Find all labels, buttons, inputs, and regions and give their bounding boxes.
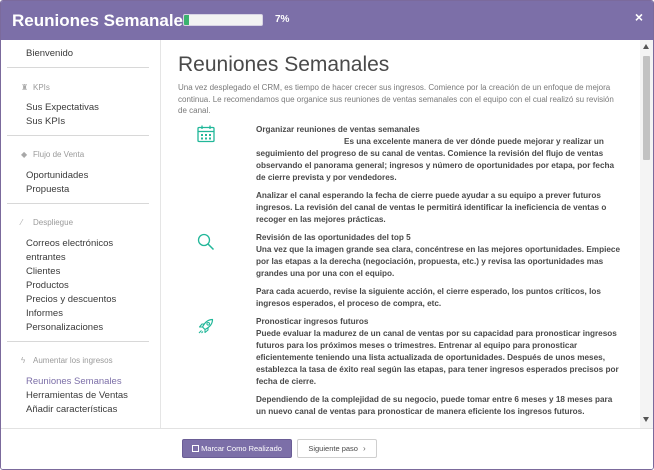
- tag-icon: ◆: [21, 150, 28, 159]
- progress-bar-fill: [184, 15, 190, 25]
- content-block: Revisión de las oportunidades del top 5 …: [256, 232, 624, 280]
- block-text: Una vez que la imagen grande sea clara, …: [256, 245, 621, 278]
- sidebar-item-weekly-meetings[interactable]: Reuniones Semanales: [26, 376, 122, 387]
- sidebar-section-kpis: ♜ KPIs: [21, 83, 50, 92]
- sidebar-section-title: KPIs: [33, 83, 50, 92]
- dialog-title: Reuniones Semanales: [12, 11, 193, 30]
- sidebar-section-increase-revenue: ϟ Aumentar los ingresos: [21, 356, 113, 365]
- next-step-label: Siguiente paso: [308, 444, 358, 453]
- content-block: Pronosticar ingresos futuros Puede evalu…: [256, 316, 624, 388]
- sidebar-item-pricing[interactable]: Precios y descuentos: [26, 294, 116, 305]
- sidebar-item-customers[interactable]: Clientes: [26, 266, 60, 277]
- content-block: Organizar reuniones de ventas semanales …: [256, 124, 624, 184]
- content-block: Para cada acuerdo, revise la siguiente a…: [256, 286, 624, 310]
- block-text: Analizar el canal esperando la fecha de …: [256, 191, 607, 224]
- block-text: Para cada acuerdo, revise la siguiente a…: [256, 287, 601, 308]
- block-text: Dependiendo de la complejidad de su nego…: [256, 395, 613, 416]
- dialog-footer: Marcar Como Realizado Siguiente paso ›: [1, 428, 653, 469]
- next-step-button[interactable]: Siguiente paso ›: [297, 439, 377, 458]
- chevron-right-icon: ›: [362, 444, 366, 453]
- scrollbar-thumb[interactable]: [643, 56, 650, 160]
- sidebar-section-title: Despliegue: [33, 218, 74, 227]
- calendar-icon: [197, 125, 215, 143]
- sidebar-item-products[interactable]: Productos: [26, 280, 69, 291]
- search-icon: [197, 233, 215, 251]
- block-heading: Pronosticar ingresos futuros: [256, 317, 369, 326]
- close-icon[interactable]: ×: [635, 9, 643, 25]
- intro-text: Una vez desplegado el CRM, es tiempo de …: [178, 83, 614, 115]
- block-indent-text: Es una excelente manera de ver dónde pue…: [344, 137, 604, 146]
- scroll-down-icon[interactable]: [643, 417, 649, 422]
- sidebar-item-add-features[interactable]: Añadir características: [26, 404, 117, 415]
- bolt-icon: ϟ: [21, 356, 26, 365]
- sidebar-item-welcome[interactable]: Bienvenido: [26, 48, 73, 59]
- rocket-icon: [198, 318, 214, 334]
- sidebar-item-customizations[interactable]: Personalizaciones: [26, 322, 103, 333]
- sidebar-section-title: Flujo de Venta: [33, 150, 85, 159]
- sidebar-item-opportunities[interactable]: Oportunidades: [26, 170, 88, 181]
- sidebar-item-reports[interactable]: Informes: [26, 308, 63, 319]
- content-block: Dependiendo de la complejidad de su nego…: [256, 394, 624, 418]
- sidebar-divider: [7, 203, 149, 204]
- progress-bar: [183, 14, 263, 26]
- wizard-dialog: Reuniones Semanales 7% × Bienvenido ♜ KPI…: [0, 0, 654, 470]
- sidebar-item-incoming-emails[interactable]: Correos electrónicos: [26, 238, 113, 249]
- trophy-icon: ♜: [21, 83, 29, 92]
- dialog-header: Reuniones Semanales 7% ×: [1, 1, 653, 40]
- sidebar: Bienvenido ♜ KPIs Sus Expectativas Sus KP…: [1, 40, 161, 428]
- main-scrollbar[interactable]: [640, 40, 653, 428]
- sidebar-item-incoming-emails-cont[interactable]: entrantes: [26, 252, 66, 263]
- sidebar-divider: [7, 135, 149, 136]
- magic-wand-icon: ⁄: [21, 218, 23, 227]
- progress-percent: 7%: [275, 14, 290, 25]
- block-heading: Revisión de las oportunidades del top 5: [256, 233, 411, 242]
- mark-as-done-button[interactable]: Marcar Como Realizado: [182, 439, 292, 458]
- sidebar-divider: [7, 341, 149, 342]
- mark-as-done-label: Marcar Como Realizado: [201, 444, 282, 453]
- block-text: seguimiento del progreso de su canal de …: [256, 149, 615, 182]
- sidebar-item-sales-tools[interactable]: Herramientas de Ventas: [26, 390, 128, 401]
- sidebar-section-title: Aumentar los ingresos: [33, 356, 113, 365]
- sidebar-section-sales-flow: ◆ Flujo de Venta: [21, 150, 84, 159]
- sidebar-section-deployment: ⁄ Despliegue: [21, 218, 73, 227]
- main-content: Reuniones Semanales Una vez desplegado e…: [162, 40, 640, 428]
- sidebar-item-kpis[interactable]: Sus KPIs: [26, 116, 65, 127]
- sidebar-divider: [7, 67, 149, 68]
- checkbox-icon: [192, 445, 200, 452]
- block-heading: Organizar reuniones de ventas semanales: [256, 125, 420, 134]
- block-text: Puede evaluar la madurez de un canal de …: [256, 329, 619, 386]
- page-title: Reuniones Semanales: [178, 53, 390, 76]
- content-block: Analizar el canal esperando la fecha de …: [256, 190, 624, 226]
- scroll-up-icon[interactable]: [643, 44, 649, 49]
- sidebar-item-proposal[interactable]: Propuesta: [26, 184, 69, 195]
- sidebar-item-expectations[interactable]: Sus Expectativas: [26, 102, 99, 113]
